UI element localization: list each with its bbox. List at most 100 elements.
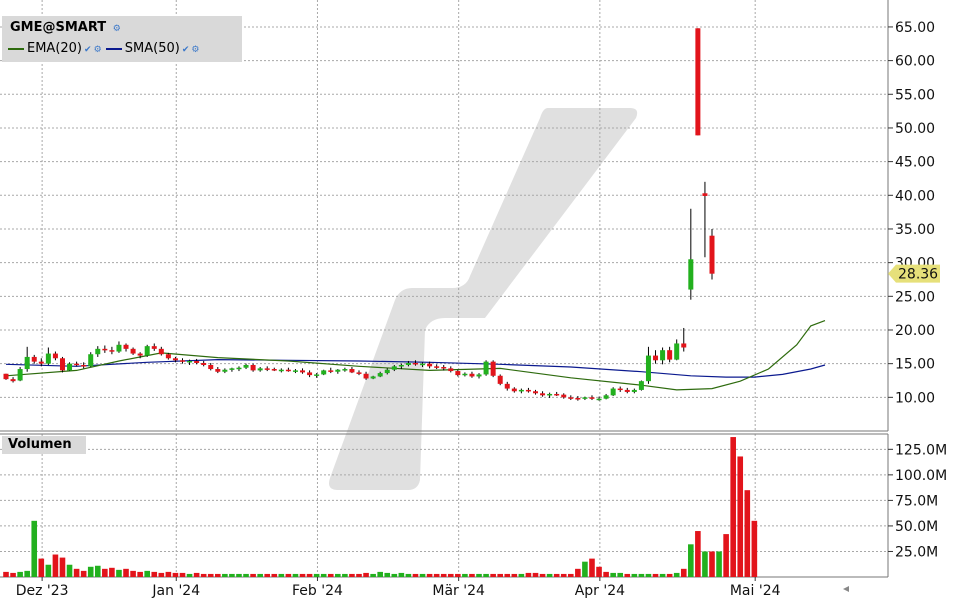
candle-body	[469, 373, 475, 377]
volume-bar	[695, 531, 701, 577]
sma-line-swatch	[105, 47, 122, 50]
candle-body	[278, 369, 284, 372]
scroll-arrow-icon	[843, 586, 849, 592]
candle-body	[88, 354, 94, 367]
candle-body	[660, 350, 666, 361]
legend-symbol[interactable]: GME@SMART ⚙	[10, 20, 121, 35]
volume-bar	[130, 570, 136, 577]
x-tick-label: Feb '24	[292, 583, 343, 599]
candle-body	[420, 363, 426, 366]
volume-bar	[257, 573, 263, 577]
volume-bar	[426, 573, 433, 577]
candle-body	[610, 388, 616, 396]
candle-body	[52, 353, 58, 359]
candle-body	[236, 367, 242, 370]
volume-bar	[278, 573, 285, 577]
candle-body	[709, 235, 715, 274]
candle-body	[59, 358, 65, 371]
volume-bar	[469, 573, 475, 577]
candle-body	[504, 383, 510, 389]
candle-body	[702, 193, 708, 196]
candle-body	[307, 372, 313, 376]
volume-bar	[575, 568, 581, 577]
candle-body	[370, 376, 376, 379]
volume-bar	[116, 569, 122, 577]
candle-body	[74, 363, 80, 366]
x-tick-label: Dez '23	[16, 583, 69, 599]
volume-bar	[59, 557, 66, 577]
candle-body	[102, 348, 108, 351]
candle-body	[667, 350, 673, 360]
volume-bar	[476, 573, 482, 577]
chart-window: 65.00 60.00 55.00 50.00 45.00 40.00 35.00 30.00…	[0, 0, 960, 600]
volume-bar	[532, 572, 539, 577]
candle-body	[194, 360, 200, 363]
candle-body	[172, 358, 178, 361]
volume-bar	[313, 573, 320, 577]
sma-label[interactable]: SMA(50)	[125, 41, 180, 56]
volume-bar	[462, 573, 468, 577]
volume-bar	[666, 573, 673, 577]
candle-body	[688, 259, 694, 290]
candle-body	[653, 355, 659, 361]
volume-bar	[412, 573, 419, 577]
volume-bar	[405, 573, 412, 577]
candle-body	[511, 388, 517, 392]
volume-bar	[659, 573, 666, 577]
candle-body	[681, 343, 687, 348]
candle-body	[285, 369, 291, 372]
volume-tick-label: 25.0M	[895, 544, 938, 560]
volume-bar	[200, 573, 207, 577]
volume-bar	[66, 564, 73, 577]
candle-body	[617, 388, 623, 391]
x-tick-label: Jan '24	[151, 583, 200, 599]
candle-body	[144, 346, 150, 356]
volume-tick-label: 50.0M	[895, 519, 938, 535]
volume-bar	[391, 573, 398, 577]
volume-bar	[673, 572, 680, 577]
volume-bar	[292, 573, 299, 577]
candle-body	[405, 362, 411, 366]
chart-canvas: 65.0060.0055.0050.0045.0040.0035.0030.00…	[0, 0, 947, 599]
volume-bar	[525, 572, 532, 577]
ema-label[interactable]: EMA(20)	[27, 41, 82, 56]
price-tick-label: 50.00	[895, 121, 935, 137]
volume-bar	[518, 573, 525, 577]
volume-bar	[560, 573, 567, 577]
volume-bar	[356, 573, 362, 577]
sma-check-icon[interactable]: ✔	[182, 45, 190, 55]
candle-body	[554, 393, 560, 396]
volume-bar	[3, 571, 9, 577]
price-tick-label: 25.00	[895, 289, 935, 305]
sma-settings-icon[interactable]: ⚙	[191, 45, 199, 55]
candle-body	[582, 397, 588, 399]
ema-check-icon[interactable]: ✔	[84, 45, 92, 55]
candle-body	[624, 389, 630, 392]
volume-bar	[730, 437, 736, 577]
volume-bar	[553, 573, 560, 577]
candle-body	[674, 343, 680, 360]
volume-bar	[193, 572, 200, 577]
volume-bar	[377, 571, 383, 577]
settings-icon[interactable]: ⚙	[113, 24, 121, 34]
volume-bar	[363, 572, 369, 577]
candle-body	[250, 365, 256, 371]
volume-bar	[349, 573, 355, 577]
volume-bar	[652, 573, 659, 577]
candle-body	[271, 369, 277, 371]
candle-body	[257, 368, 263, 371]
candle-body	[483, 361, 489, 375]
volume-bar	[165, 571, 172, 577]
candle-body	[631, 389, 637, 392]
ema-settings-icon[interactable]: ⚙	[94, 45, 102, 55]
candle-body	[645, 355, 651, 382]
price-tick-label: 60.00	[895, 54, 935, 70]
volume-bar	[299, 573, 306, 577]
volume-bar	[17, 571, 23, 577]
volume-bar	[638, 573, 645, 577]
volume-bar	[433, 573, 440, 577]
volume-bar	[123, 568, 129, 577]
volume-bar	[250, 573, 256, 577]
price-tick-label: 35.00	[895, 222, 935, 238]
candle-body	[116, 344, 122, 352]
